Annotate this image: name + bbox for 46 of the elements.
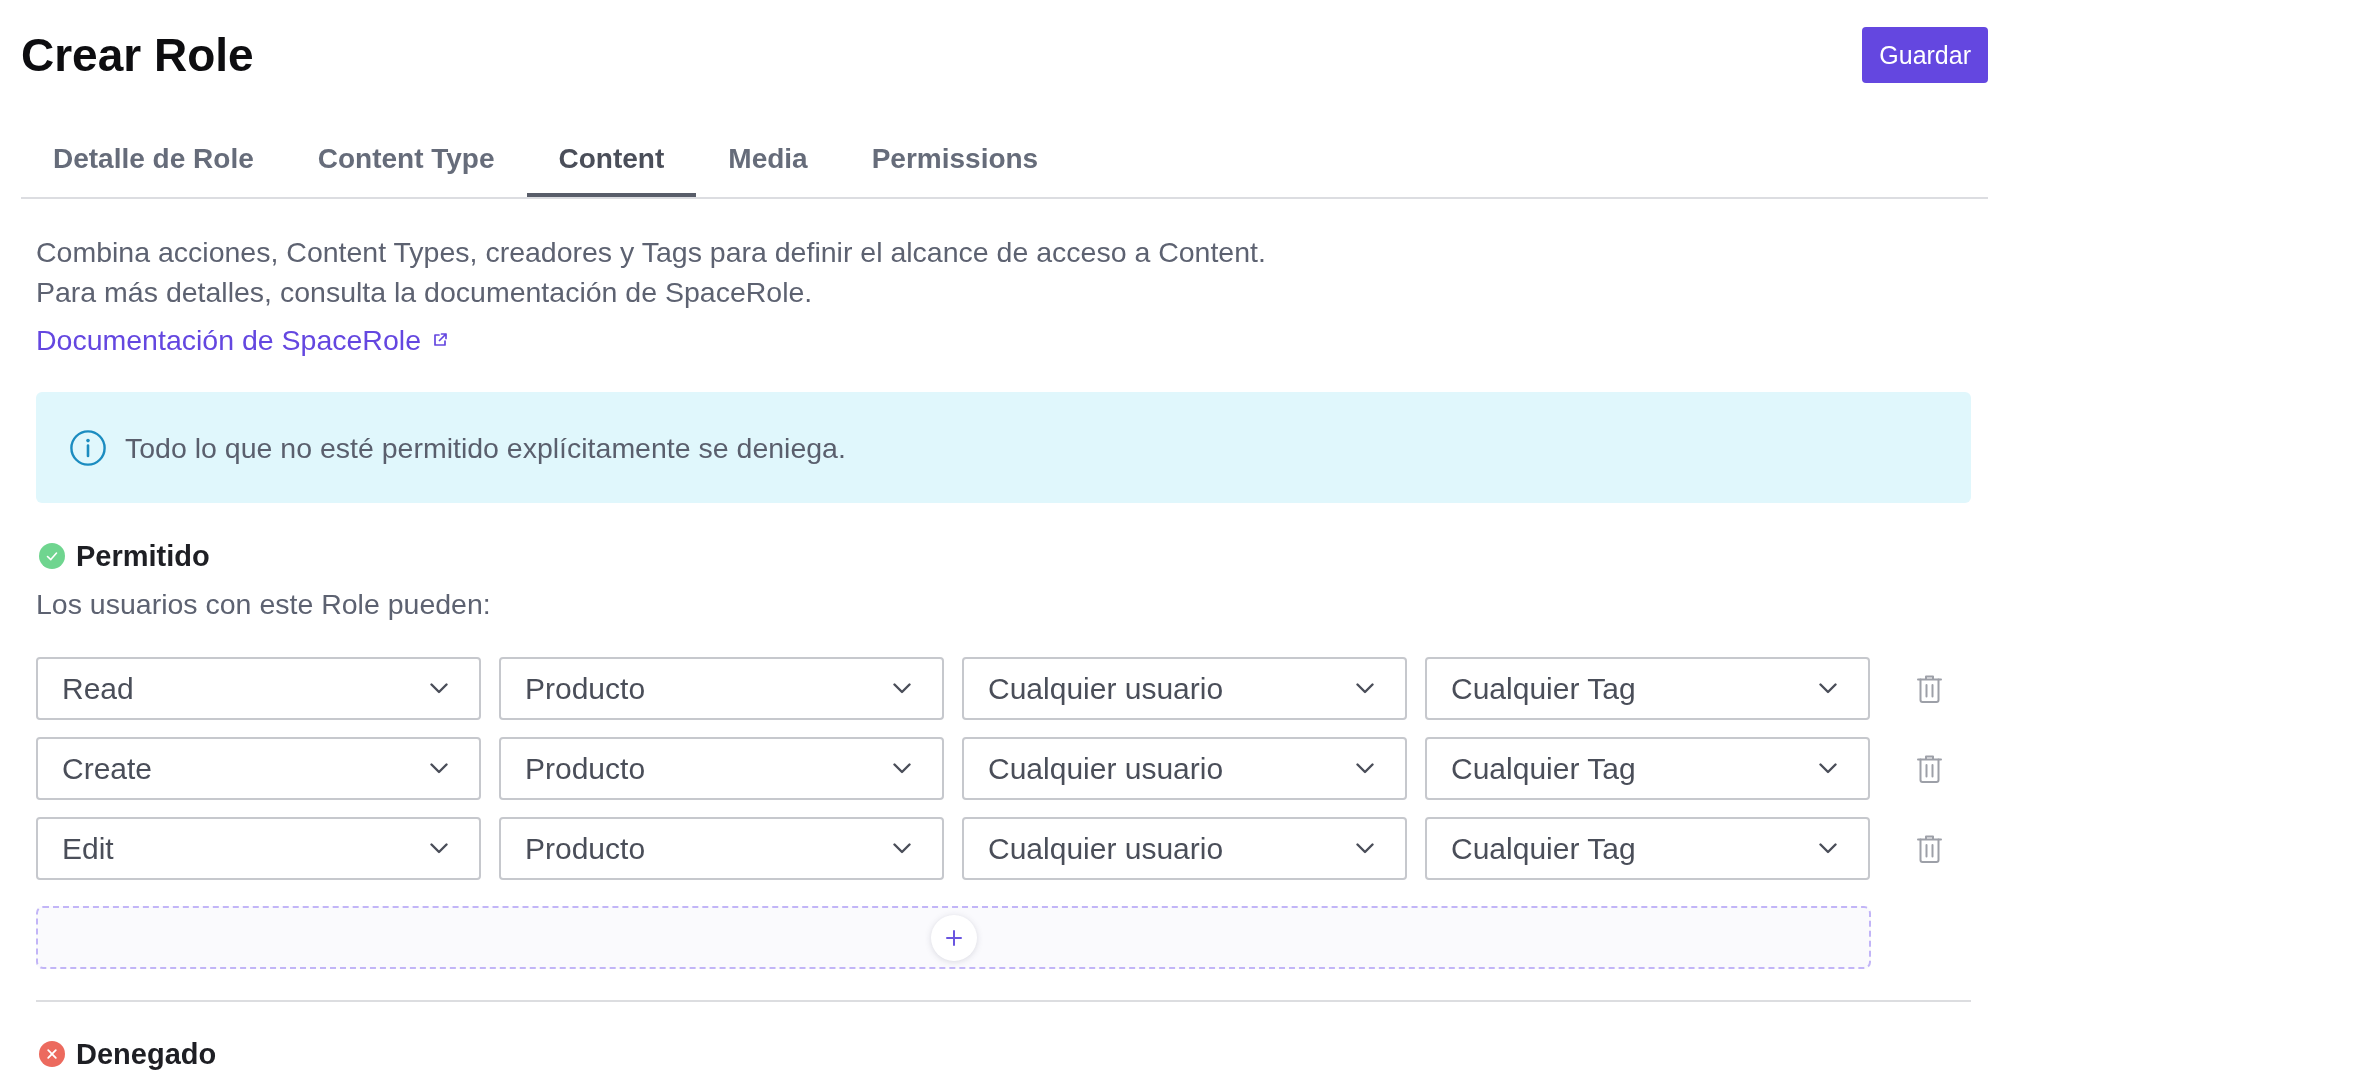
chevron-down-icon (893, 683, 911, 694)
content-type-dropdown[interactable]: Producto (499, 657, 944, 720)
section-title: Permitido (76, 539, 210, 574)
tab[interactable]: Media (696, 127, 840, 197)
page-title: Crear Role (21, 28, 254, 83)
content-type-dropdown[interactable]: Producto (499, 817, 944, 880)
creator-dropdown[interactable]: Cualquier usuario (962, 737, 1407, 800)
chevron-down-icon (893, 843, 911, 854)
save-button[interactable]: Guardar (1862, 27, 1988, 83)
info-icon (70, 430, 106, 466)
check-circle-icon (39, 543, 65, 569)
chevron-down-icon (1356, 763, 1374, 774)
trash-icon[interactable] (1917, 834, 1942, 863)
creator-dropdown[interactable]: Cualquier usuario (962, 657, 1407, 720)
tab[interactable]: Detalle de Role (21, 127, 286, 197)
documentation-link[interactable]: Documentación de SpaceRole (36, 320, 447, 360)
tag-dropdown[interactable]: Cualquier Tag (1425, 817, 1870, 880)
add-rule-button[interactable] (36, 906, 1871, 969)
content-type-dropdown[interactable]: Producto (499, 737, 944, 800)
chevron-down-icon (430, 763, 448, 774)
action-dropdown[interactable]: Create (36, 737, 481, 800)
tab[interactable]: Content (526, 127, 697, 197)
chevron-down-icon (1819, 763, 1837, 774)
tab[interactable]: Permissions (839, 127, 1071, 197)
tab[interactable]: Content Type (285, 127, 527, 197)
action-dropdown[interactable]: Read (36, 657, 481, 720)
section-subtitle: Los usuarios con este Role pueden: (36, 587, 492, 622)
x-circle-icon (39, 1041, 65, 1067)
description-text: Para más detalles, consulta la documentación de SpaceRole. (36, 275, 814, 310)
chevron-down-icon (1356, 843, 1374, 854)
action-dropdown[interactable]: Edit (36, 817, 481, 880)
tag-dropdown[interactable]: Cualquier Tag (1425, 737, 1870, 800)
chevron-down-icon (430, 683, 448, 694)
trash-icon[interactable] (1917, 674, 1942, 703)
chevron-down-icon (893, 763, 911, 774)
chevron-down-icon (1356, 683, 1374, 694)
external-link-icon (433, 333, 447, 347)
trash-icon[interactable] (1917, 754, 1942, 783)
tag-dropdown[interactable]: Cualquier Tag (1425, 657, 1870, 720)
creator-dropdown[interactable]: Cualquier usuario (962, 817, 1407, 880)
info-text: Todo lo que no esté permitido explícitamente se deniega. (125, 431, 846, 466)
chevron-down-icon (1819, 843, 1837, 854)
chevron-down-icon (1819, 683, 1837, 694)
description-text: Combina acciones, Content Types, creadores y Tags para definir el alcance de acceso a Content. (36, 235, 1267, 270)
chevron-down-icon (430, 843, 448, 854)
section-title: Denegado (76, 1037, 217, 1072)
